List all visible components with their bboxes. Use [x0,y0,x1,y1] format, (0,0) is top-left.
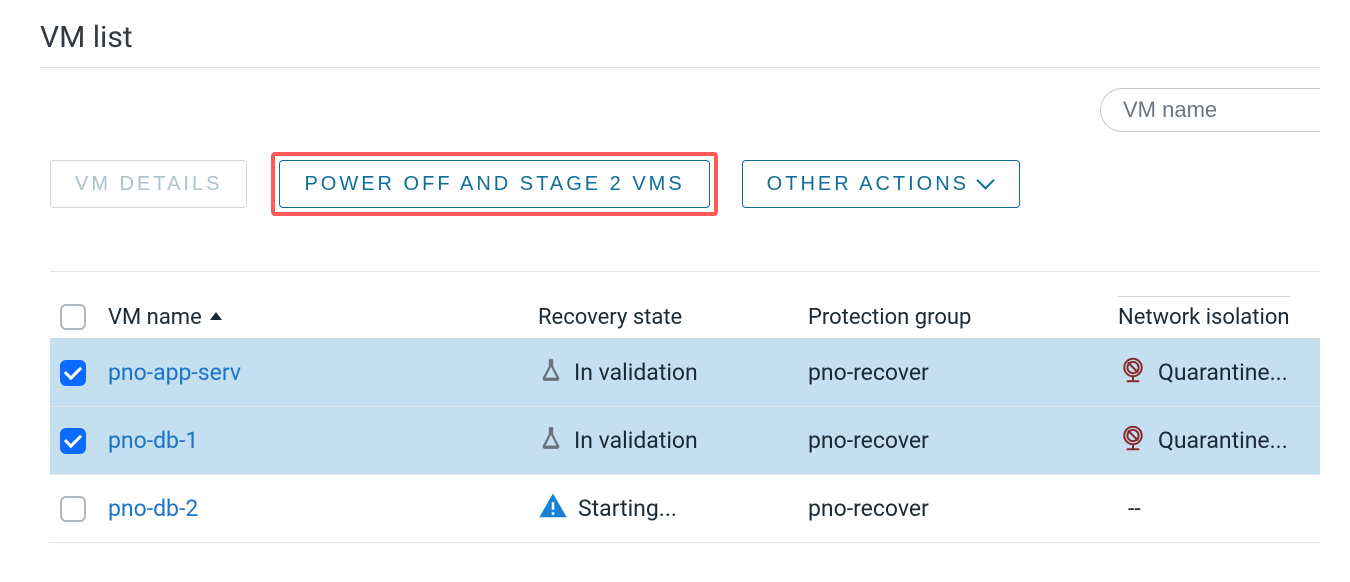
table-header-row: VM name Recovery state Protection group … [50,271,1320,339]
vm-name-link[interactable]: pno-db-2 [108,495,198,522]
isolation-text: -- [1128,495,1141,522]
other-actions-button[interactable]: OTHER ACTIONS [742,160,1020,208]
table-row[interactable]: pno-db-1 In validation pno-recover Quara… [50,407,1320,475]
quarantine-icon [1118,364,1148,391]
protection-group-text: pno-recover [808,495,929,522]
col-header-isolation[interactable]: Network isolation [1118,296,1320,330]
vm-name-link[interactable]: pno-db-1 [108,427,198,454]
search-input[interactable] [1100,88,1320,132]
vm-details-button[interactable]: VM DETAILS [50,160,247,208]
recovery-state-text: In validation [574,359,698,386]
protection-group-text: pno-recover [808,427,929,454]
state-icon [538,425,564,457]
col-header-group[interactable]: Protection group [808,305,1118,330]
page-title: VM list [40,20,1320,68]
table-row[interactable]: pno-app-serv In validation pno-recover Q… [50,339,1320,407]
isolation-text: Quarantine... [1158,359,1288,386]
select-all-checkbox[interactable] [60,304,86,330]
vm-name-link[interactable]: pno-app-serv [108,359,241,386]
other-actions-label: OTHER ACTIONS [767,173,969,196]
vm-table: VM name Recovery state Protection group … [50,271,1320,543]
row-checkbox[interactable] [60,428,86,454]
quarantine-icon [1118,432,1148,459]
col-header-isolation-label: Network isolation [1118,296,1290,330]
recovery-state-text: Starting... [578,495,677,522]
col-header-name[interactable]: VM name [108,305,538,330]
table-row[interactable]: pno-db-2 Starting... pno-recover -- [50,475,1320,543]
flask-icon [538,362,564,389]
isolation-text: Quarantine... [1158,427,1288,454]
col-header-name-label: VM name [108,305,202,330]
protection-group-text: pno-recover [808,359,929,386]
chevron-down-icon [979,174,995,190]
row-checkbox[interactable] [60,496,86,522]
row-checkbox[interactable] [60,360,86,386]
state-icon [538,357,564,389]
state-icon [538,491,568,527]
action-bar: VM DETAILS POWER OFF AND STAGE 2 VMS OTH… [50,152,1320,216]
search-row [50,88,1320,132]
sort-asc-icon [210,312,222,320]
col-header-state[interactable]: Recovery state [538,305,808,330]
isolation-icon [1118,355,1148,391]
isolation-icon [1118,423,1148,459]
recovery-state-text: In validation [574,427,698,454]
highlight-box: POWER OFF AND STAGE 2 VMS [271,152,717,216]
warning-icon [538,500,568,527]
power-off-stage-button[interactable]: POWER OFF AND STAGE 2 VMS [279,160,709,208]
flask-icon [538,430,564,457]
